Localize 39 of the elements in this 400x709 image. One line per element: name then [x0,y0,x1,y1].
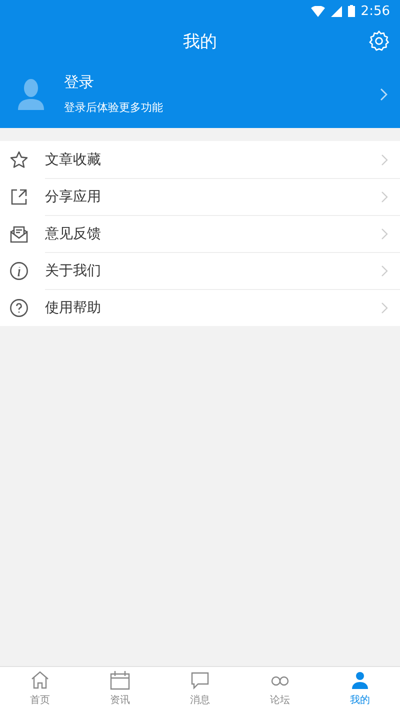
menu-item[interactable]: 文章收藏 [0,141,400,178]
nav-tab[interactable]: 资讯 [80,667,160,709]
signal-icon [330,6,342,16]
battery-icon [348,5,355,17]
avatar-icon [18,78,44,110]
home-icon [29,669,51,691]
nav-tab[interactable]: 首页 [0,667,80,709]
chevron-icon [381,228,388,240]
wifi-icon [310,6,325,16]
page-title: 我的 [183,30,217,52]
user-icon [349,669,371,691]
mail-icon [9,224,29,244]
chevron-icon [381,190,388,202]
share-icon [9,186,29,206]
info-icon [9,260,29,280]
login-row[interactable]: 登录 登录后体验更多功能 [0,60,400,128]
menu-item[interactable]: 分享应用 [0,178,400,215]
menu-label: 意见反馈 [45,224,102,242]
menu-item[interactable]: 关于我们 [0,252,400,289]
nav-tab[interactable]: 论坛 [240,667,320,709]
status-time: 2:56 [360,4,390,18]
chevron-icon [381,264,388,276]
login-subtitle: 登录后体验更多功能 [64,100,164,115]
menu-item[interactable]: 使用帮助 [0,289,400,326]
menu-label: 关于我们 [45,262,102,280]
star-icon [9,150,29,170]
help-icon [9,298,29,318]
chevron-icon [381,302,388,314]
calendar-icon [109,669,131,691]
login-title: 登录 [64,73,95,92]
nav-tab[interactable]: 我的 [320,667,400,709]
menu-item[interactable]: 意见反馈 [0,215,400,252]
menu-label: 文章收藏 [45,150,102,168]
nav-tab[interactable]: 消息 [160,667,240,709]
settings-icon[interactable] [368,30,390,52]
chevron-icon [380,88,388,100]
chevron-icon [381,154,388,166]
menu-label: 分享应用 [45,188,102,206]
menu-label: 使用帮助 [45,298,102,316]
